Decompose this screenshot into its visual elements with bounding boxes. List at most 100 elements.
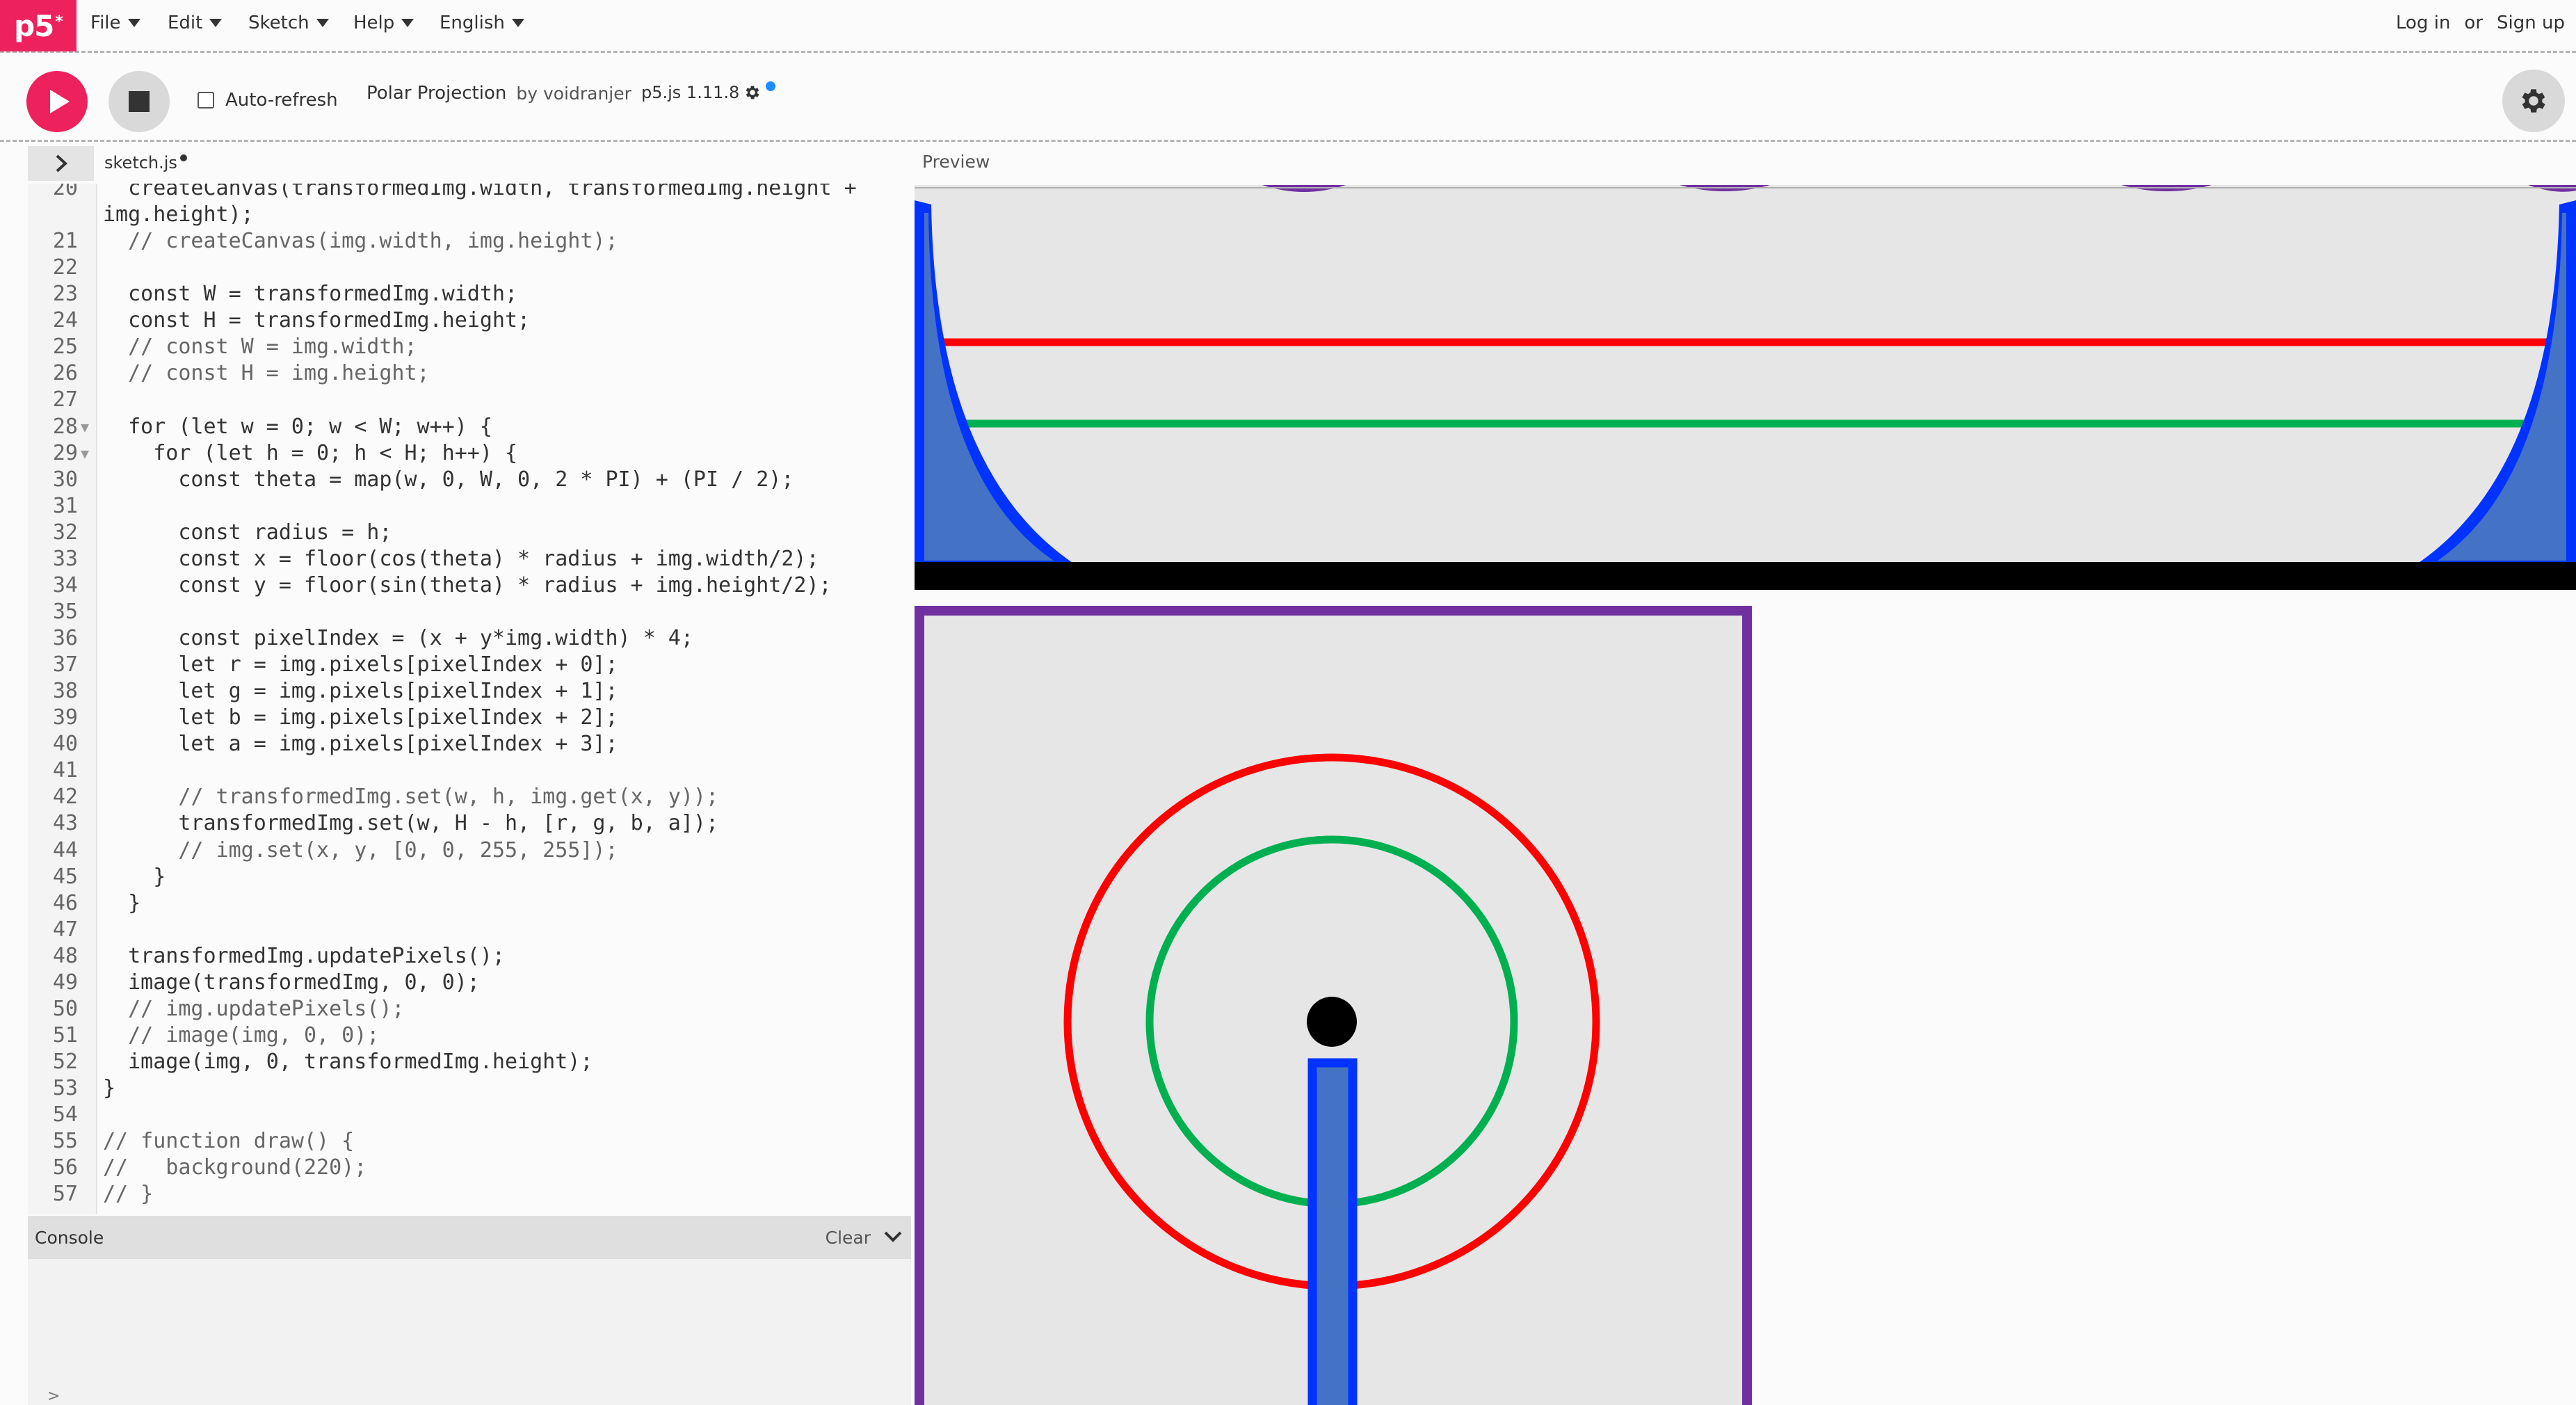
fold-arrow-icon[interactable]: ▼: [81, 414, 89, 440]
transformed-image-bg: [915, 185, 2576, 581]
line-number: 21: [52, 229, 78, 254]
code-line[interactable]: 23 const W = transformedImg.width;: [28, 281, 897, 307]
code-line[interactable]: 47: [28, 917, 897, 943]
fold-arrow-icon[interactable]: ▼: [81, 440, 89, 467]
code-line[interactable]: 49 image(transformedImg, 0, 0);: [28, 970, 897, 996]
code-line[interactable]: 54: [28, 1102, 897, 1128]
console-header: Console Clear: [28, 1216, 911, 1259]
code-text: createCanvas(transformedImg.width, trans…: [103, 184, 857, 200]
line-number: 44: [52, 837, 78, 862]
p5-logo[interactable]: p5 *: [0, 0, 77, 51]
code-line[interactable]: 43 transformedImg.set(w, H - h, [r, g, b…: [28, 810, 897, 837]
code-line[interactable]: img.height);: [28, 202, 897, 228]
line-number: 49: [52, 970, 78, 995]
code-text: img.height);: [103, 202, 254, 227]
code-line[interactable]: 36 const pixelIndex = (x + y*img.width) …: [28, 625, 897, 652]
sketch-name[interactable]: Polar Projection: [367, 83, 506, 104]
line-number: 32: [52, 520, 78, 545]
code-line[interactable]: 35: [28, 599, 897, 625]
preview-canvas[interactable]: [915, 185, 2576, 1405]
code-line[interactable]: 38 let g = img.pixels[pixelIndex + 1];: [28, 678, 897, 705]
code-line[interactable]: 21 // createCanvas(img.width, img.height…: [28, 228, 897, 255]
code-line[interactable]: 56 // background(220);: [28, 1155, 897, 1181]
code-line[interactable]: 22: [28, 255, 897, 281]
code-line[interactable]: 37 let r = img.pixels[pixelIndex + 0];: [28, 652, 897, 678]
menu-sketch-label: Sketch: [248, 13, 309, 33]
code-line[interactable]: 33 const x = floor(cos(theta) * radius +…: [28, 546, 897, 572]
code-line[interactable]: 39 let b = img.pixels[pixelIndex + 2];: [28, 705, 897, 731]
auto-refresh-checkbox[interactable]: [198, 92, 214, 109]
update-dot: [766, 81, 776, 91]
sidebar-toggle-button[interactable]: [28, 146, 94, 181]
console-output[interactable]: >: [28, 1259, 911, 1405]
code-text: const radius = h;: [103, 520, 392, 545]
code-line[interactable]: 28 ▼ for (let w = 0; w < W; w++) {: [28, 414, 897, 440]
code-line[interactable]: 51 // image(img, 0, 0);: [28, 1022, 897, 1049]
play-icon: [50, 90, 70, 113]
version-indicator[interactable]: p5.js 1.11.8: [641, 81, 776, 102]
gear-icon: [2522, 89, 2545, 113]
code-line[interactable]: 50 // img.updatePixels();: [28, 996, 897, 1022]
menu-edit-label: Edit: [168, 13, 203, 33]
stop-icon: [129, 91, 150, 112]
line-number: 30: [52, 467, 78, 492]
code-line[interactable]: 25 // const W = img.width;: [28, 334, 897, 360]
play-button[interactable]: [26, 71, 88, 132]
code-line[interactable]: 53}: [28, 1075, 897, 1102]
code-line[interactable]: 32 const radius = h;: [28, 520, 897, 546]
unsaved-dot: [179, 154, 187, 161]
menu-edit[interactable]: Edit: [168, 0, 223, 46]
code-line[interactable]: 57 // }: [28, 1181, 897, 1207]
code-line[interactable]: 46 }: [28, 890, 897, 917]
code-line[interactable]: 20 createCanvas(transformedImg.width, tr…: [28, 184, 897, 202]
menu-language[interactable]: English: [440, 0, 524, 46]
code-line[interactable]: 52 image(img, 0, transformedImg.height);: [28, 1049, 897, 1075]
code-line[interactable]: 42 // transformedImg.set(w, h, img.get(x…: [28, 784, 897, 810]
stop-button[interactable]: [108, 71, 170, 132]
code-line[interactable]: 45 }: [28, 864, 897, 890]
menu-file[interactable]: File: [90, 0, 140, 46]
code-text: // function draw() {: [103, 1129, 355, 1154]
line-number: 56: [52, 1155, 78, 1180]
code-line[interactable]: 26 // const H = img.height;: [28, 360, 897, 387]
code-text: const pixelIndex = (x + y*img.width) * 4…: [103, 626, 693, 651]
gear-icon: [746, 86, 759, 99]
menu-help[interactable]: Help: [353, 0, 414, 46]
code-text: // img.updatePixels();: [103, 996, 405, 1021]
black-dot: [1307, 997, 1357, 1047]
code-line[interactable]: 30 const theta = map(w, 0, W, 0, 2 * PI)…: [28, 467, 897, 493]
code-text: }: [103, 1076, 116, 1101]
top-nav: p5 * File Edit Sketch Help English Log in…: [0, 0, 2576, 53]
code-line[interactable]: 41: [28, 757, 897, 784]
code-line[interactable]: 40 let a = img.pixels[pixelIndex + 3];: [28, 731, 897, 757]
code-text: transformedImg.set(w, H - h, [r, g, b, a…: [103, 811, 719, 836]
code-line[interactable]: 27: [28, 387, 897, 413]
console-prompt[interactable]: >: [47, 1388, 60, 1405]
black-band: [915, 562, 2576, 590]
code-line[interactable]: 34 const y = floor(sin(theta) * radius +…: [28, 572, 897, 599]
code-line[interactable]: 44 // img.set(x, y, [0, 0, 255, 255]);: [28, 837, 897, 864]
signup-link[interactable]: Sign up: [2497, 13, 2565, 33]
line-number: 33: [52, 546, 78, 571]
settings-button[interactable]: [2502, 70, 2565, 132]
auto-refresh-toggle[interactable]: Auto-refresh: [198, 90, 338, 111]
code-line[interactable]: 29 ▼ for (let h = 0; h < H; h++) {: [28, 440, 897, 467]
file-tab[interactable]: sketch.js: [104, 153, 187, 172]
console-clear-button[interactable]: Clear: [826, 1228, 871, 1248]
menu-sketch[interactable]: Sketch: [248, 0, 329, 46]
chevron-down-icon: [511, 19, 524, 27]
line-number: 46: [52, 890, 78, 915]
sketch-author[interactable]: by voidranjer: [516, 83, 631, 104]
code-editor[interactable]: 20 createCanvas(transformedImg.width, tr…: [28, 184, 911, 1214]
code-line[interactable]: 48 transformedImg.updatePixels();: [28, 943, 897, 970]
login-link[interactable]: Log in: [2396, 13, 2450, 33]
code-line[interactable]: 31: [28, 493, 897, 520]
line-number: 45: [52, 864, 78, 889]
code-text: for (let w = 0; w < W; w++) {: [103, 414, 492, 439]
code-text: let a = img.pixels[pixelIndex + 3];: [103, 732, 618, 757]
code-line[interactable]: 55 // function draw() {: [28, 1128, 897, 1155]
menu-help-label: Help: [353, 13, 395, 33]
code-line[interactable]: 24 const H = transformedImg.height;: [28, 307, 897, 334]
chevron-down-icon[interactable]: [882, 1226, 904, 1248]
line-number: 57: [52, 1182, 78, 1207]
